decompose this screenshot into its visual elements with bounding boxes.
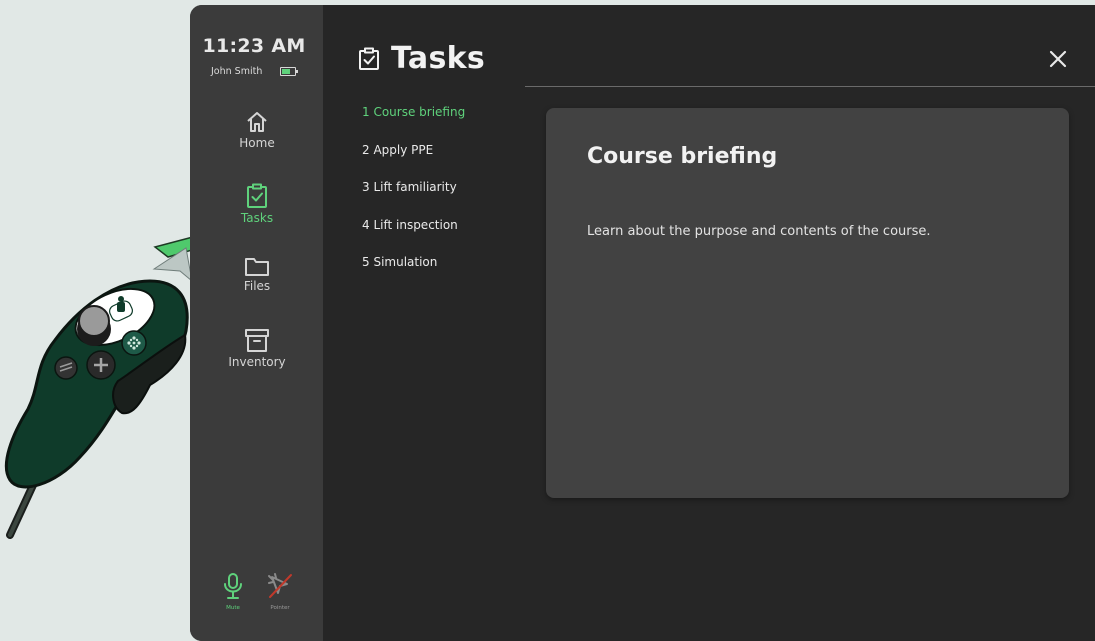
pointer-label: Pointer bbox=[270, 605, 290, 611]
battery-level bbox=[282, 69, 290, 74]
mute-label: Mute bbox=[226, 605, 240, 611]
pointer-button[interactable]: Pointer bbox=[265, 572, 295, 611]
nav-home[interactable]: Home bbox=[211, 110, 303, 150]
task-item-simulation[interactable]: 5 Simulation bbox=[362, 255, 437, 269]
task-item-course-briefing[interactable]: 1 Course briefing bbox=[362, 105, 465, 119]
battery-icon bbox=[280, 67, 298, 76]
close-button[interactable] bbox=[1046, 47, 1070, 71]
nav-tasks[interactable]: Tasks bbox=[211, 183, 303, 225]
mute-button[interactable]: Mute bbox=[218, 572, 248, 611]
task-item-lift-inspection[interactable]: 4 Lift inspection bbox=[362, 218, 458, 232]
sidebar: 11:23 AM John Smith Home Tasks Files Inv… bbox=[190, 5, 323, 641]
close-icon bbox=[1049, 50, 1067, 68]
clipboard-check-icon bbox=[359, 47, 379, 70]
home-icon bbox=[247, 112, 267, 132]
task-detail-title: Course briefing bbox=[587, 144, 778, 169]
user-name: John Smith bbox=[211, 66, 263, 77]
user-status: John Smith bbox=[211, 66, 301, 78]
nav-inventory-label: Inventory bbox=[228, 355, 286, 369]
nav-files-label: Files bbox=[243, 279, 271, 293]
header-divider bbox=[525, 86, 1095, 87]
clipboard-check-icon bbox=[247, 183, 267, 208]
folder-icon bbox=[245, 258, 269, 276]
pointer-off-icon bbox=[268, 573, 292, 598]
app-window: 11:23 AM John Smith Home Tasks Files Inv… bbox=[190, 5, 1095, 641]
nav-home-label: Home bbox=[239, 136, 275, 150]
task-item-apply-ppe[interactable]: 2 Apply PPE bbox=[362, 143, 433, 157]
archive-box-icon bbox=[245, 329, 269, 352]
task-item-lift-familiarity[interactable]: 3 Lift familiarity bbox=[362, 180, 457, 194]
microphone-icon bbox=[224, 573, 242, 599]
nav-files[interactable]: Files bbox=[211, 255, 303, 293]
clock: 11:23 AM bbox=[202, 35, 306, 57]
page-title: Tasks bbox=[391, 41, 486, 76]
task-detail-card: Course briefing Learn about the purpose … bbox=[546, 108, 1069, 498]
task-detail-description: Learn about the purpose and contents of … bbox=[587, 224, 931, 239]
nav-tasks-label: Tasks bbox=[240, 211, 274, 225]
nav-inventory[interactable]: Inventory bbox=[211, 327, 303, 369]
